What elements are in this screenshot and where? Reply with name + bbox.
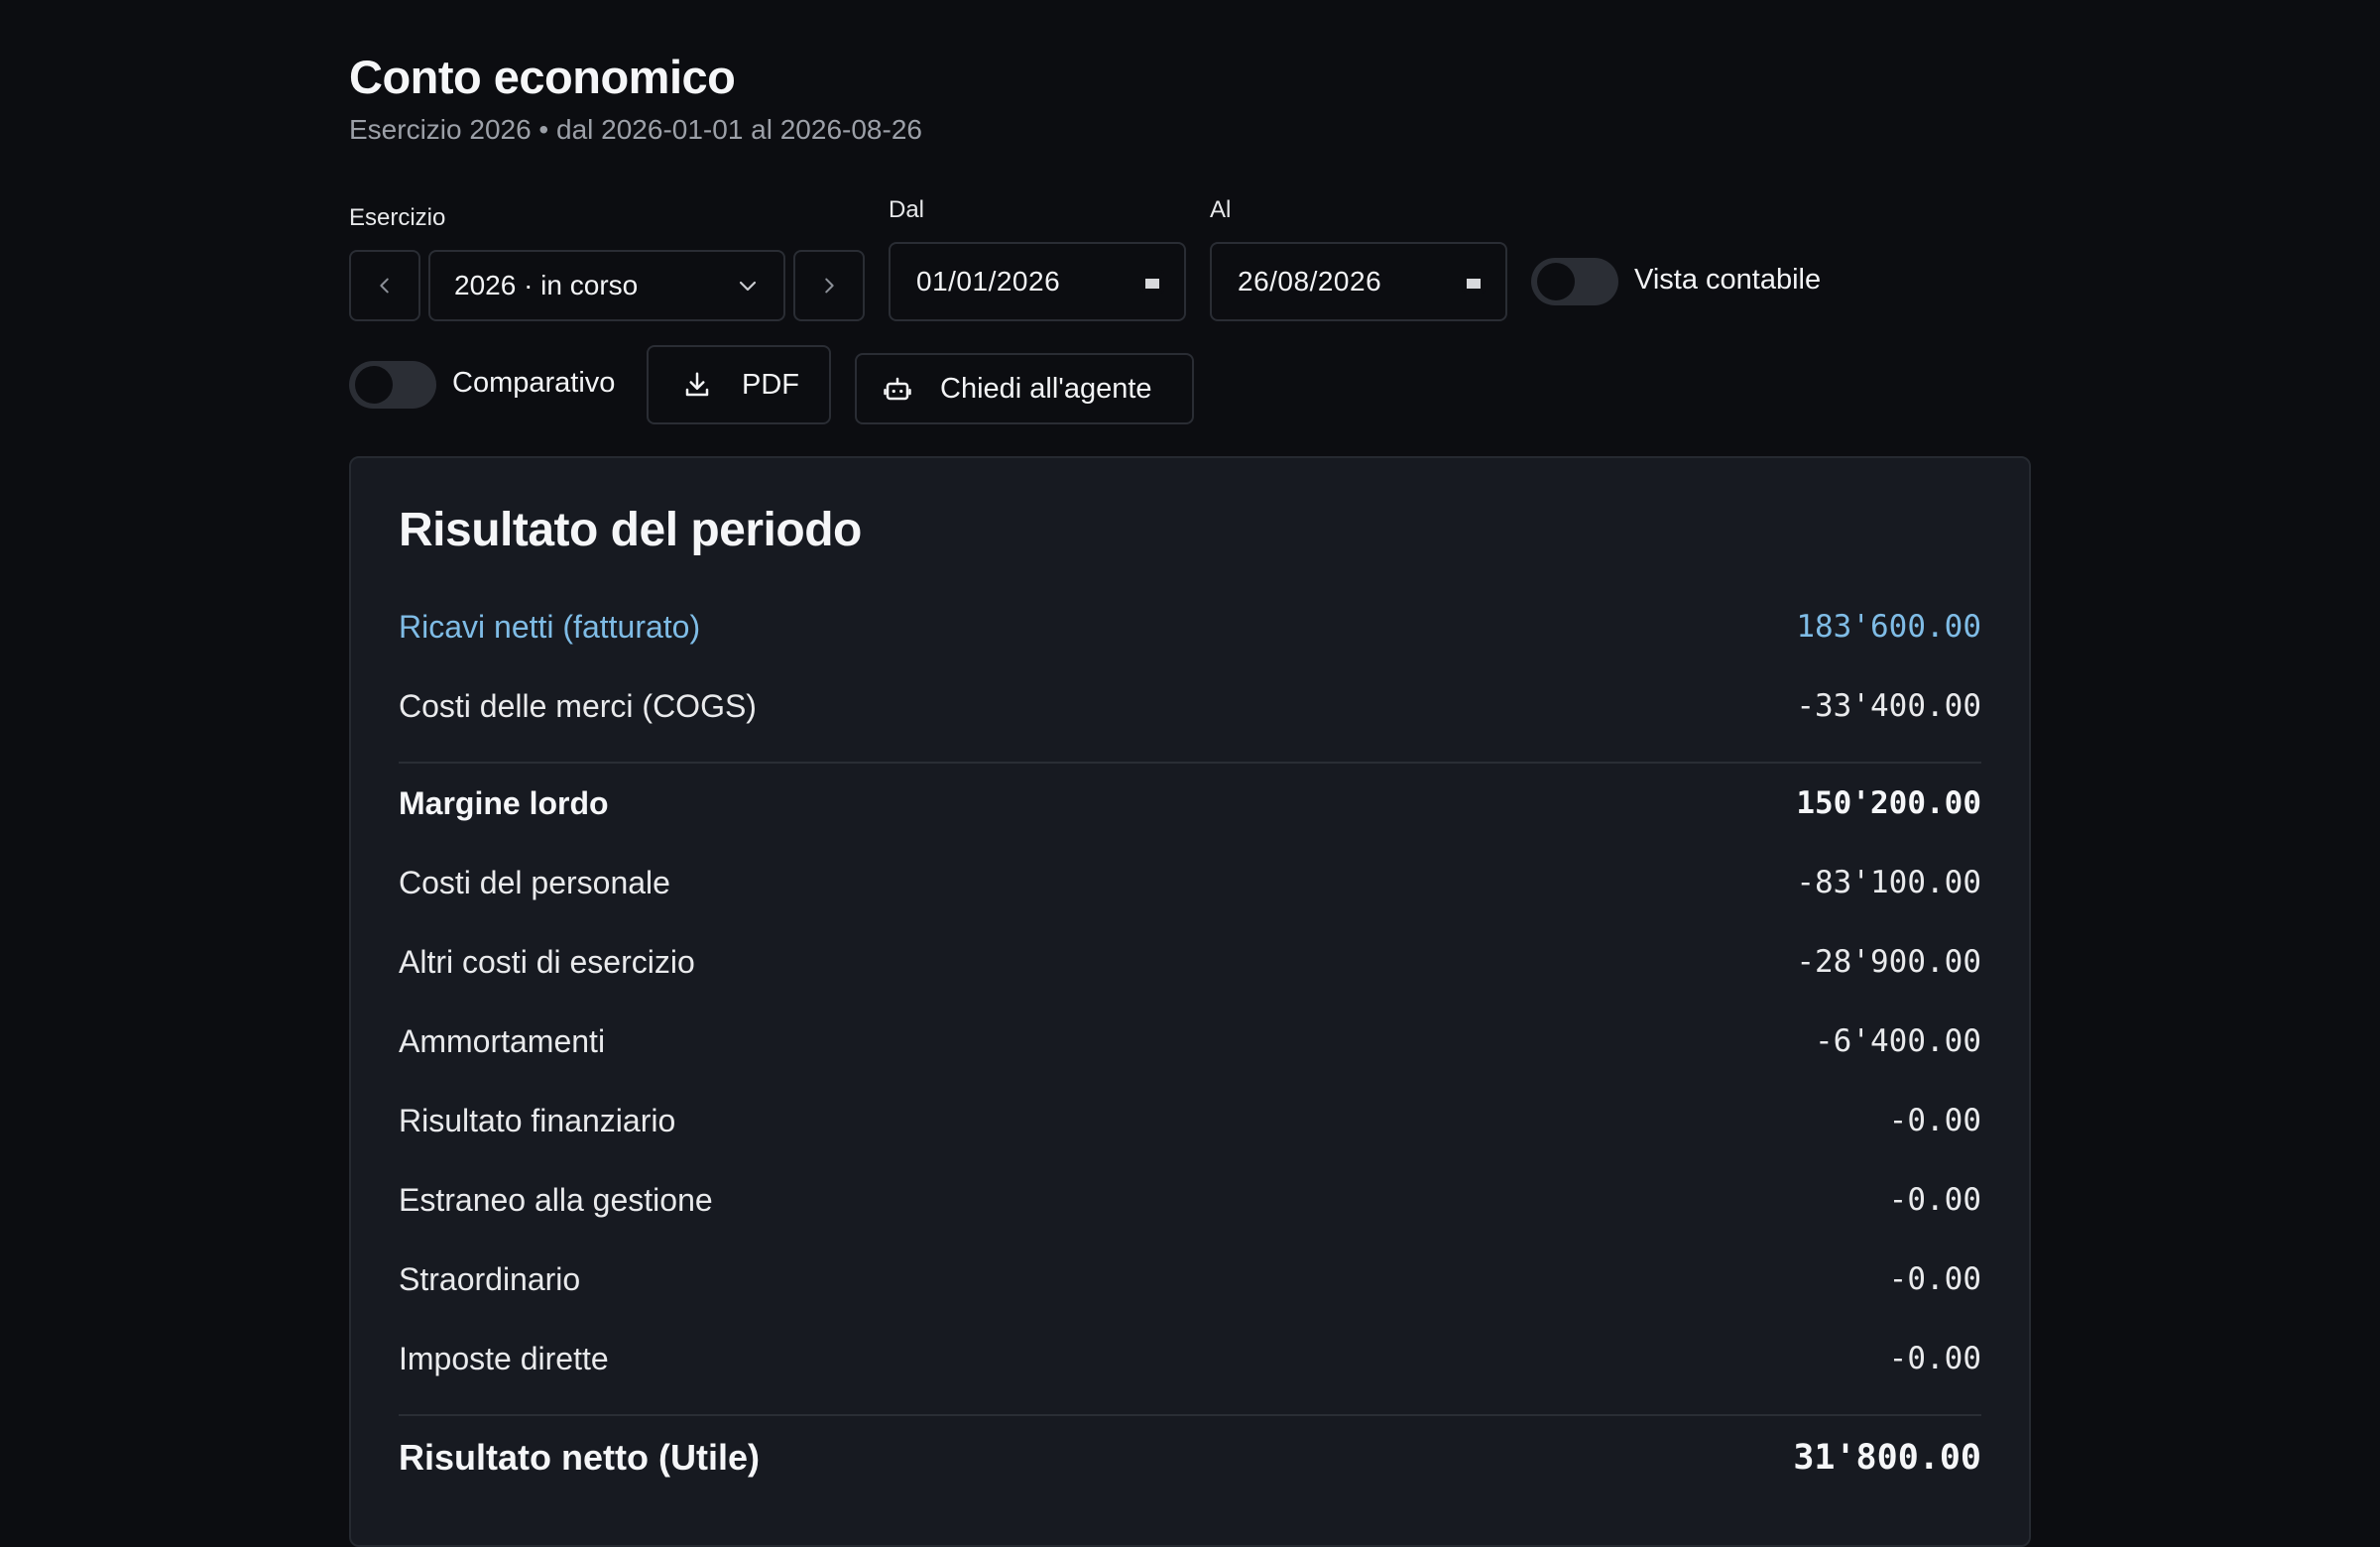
ask-agent-button[interactable]: Chiedi all'agente bbox=[855, 353, 1194, 424]
divider bbox=[399, 1414, 1981, 1416]
dal-label: Dal bbox=[889, 196, 925, 223]
row-altri-costi: Altri costi di esercizio -28'900.00 bbox=[399, 932, 1981, 992]
previous-year-button[interactable] bbox=[349, 250, 420, 321]
toggle-knob bbox=[1537, 263, 1575, 300]
esercizio-label: Esercizio bbox=[349, 204, 446, 231]
row-imposte-dirette: Imposte dirette -0.00 bbox=[399, 1329, 1981, 1388]
download-icon bbox=[685, 372, 709, 397]
page-title: Conto economico bbox=[349, 51, 736, 103]
chevron-right-icon bbox=[825, 278, 834, 294]
row-label: Ammortamenti bbox=[399, 1022, 606, 1059]
toggle-knob bbox=[355, 366, 393, 404]
result-card: Risultato del periodo Ricavi netti (fatt… bbox=[349, 456, 2031, 1547]
row-amount: -6'400.00 bbox=[1815, 1023, 1981, 1059]
row-ammortamenti: Ammortamenti -6'400.00 bbox=[399, 1012, 1981, 1071]
chevron-down-icon bbox=[739, 281, 757, 292]
calendar-icon[interactable] bbox=[1140, 270, 1164, 294]
next-year-button[interactable] bbox=[793, 250, 865, 321]
esercizio-select[interactable]: 2026 · in corso bbox=[428, 250, 785, 321]
page-subtitle: Esercizio 2026 • dal 2026-01-01 al 2026-… bbox=[349, 114, 922, 145]
row-label: Risultato finanziario bbox=[399, 1102, 676, 1138]
dal-date-input[interactable]: 01/01/2026 bbox=[889, 242, 1186, 321]
row-label: Ricavi netti (fatturato) bbox=[399, 608, 701, 645]
row-amount: -28'900.00 bbox=[1796, 944, 1981, 980]
esercizio-select-value: 2026 · in corso bbox=[454, 270, 639, 300]
row-label: Straordinario bbox=[399, 1260, 581, 1297]
row-amount: -0.00 bbox=[1888, 1103, 1981, 1138]
comparativo-label: Comparativo bbox=[452, 367, 616, 399]
result-card-title: Risultato del periodo bbox=[399, 504, 862, 556]
pdf-button[interactable]: PDF bbox=[647, 345, 831, 424]
al-label: Al bbox=[1210, 196, 1232, 223]
row-costi-personale: Costi del personale -83'100.00 bbox=[399, 853, 1981, 912]
row-label: Costi del personale bbox=[399, 864, 670, 900]
row-risultato-finanziario: Risultato finanziario -0.00 bbox=[399, 1091, 1981, 1150]
chevron-left-icon bbox=[380, 278, 389, 294]
row-amount: -0.00 bbox=[1888, 1341, 1981, 1376]
pdf-button-label: PDF bbox=[742, 368, 799, 401]
row-amount: -0.00 bbox=[1888, 1261, 1981, 1297]
row-amount: 31'800.00 bbox=[1793, 1438, 1981, 1478]
row-label: Altri costi di esercizio bbox=[399, 943, 695, 980]
row-amount: -0.00 bbox=[1888, 1182, 1981, 1218]
row-costi-merci: Costi delle merci (COGS) -33'400.00 bbox=[399, 676, 1981, 736]
robot-icon bbox=[884, 377, 911, 401]
vista-contabile-label: Vista contabile bbox=[1634, 264, 1822, 296]
calendar-icon[interactable] bbox=[1462, 270, 1486, 294]
vista-contabile-toggle[interactable] bbox=[1531, 258, 1618, 305]
dal-date-value: 01/01/2026 bbox=[916, 266, 1061, 297]
row-ricavi-netti: Ricavi netti (fatturato) 183'600.00 bbox=[399, 597, 1981, 656]
al-date-value: 26/08/2026 bbox=[1238, 266, 1382, 297]
comparativo-toggle[interactable] bbox=[349, 361, 436, 409]
row-amount: 150'200.00 bbox=[1796, 785, 1981, 821]
row-risultato-netto: Risultato netto (Utile) 31'800.00 bbox=[399, 1428, 1981, 1488]
row-margine-lordo: Margine lordo 150'200.00 bbox=[399, 774, 1981, 833]
row-amount: -83'100.00 bbox=[1796, 865, 1981, 900]
row-label: Costi delle merci (COGS) bbox=[399, 687, 757, 724]
ask-agent-label: Chiedi all'agente bbox=[940, 372, 1152, 405]
divider bbox=[399, 762, 1981, 764]
row-amount: 183'600.00 bbox=[1796, 609, 1981, 645]
row-amount: -33'400.00 bbox=[1796, 688, 1981, 724]
row-label: Estraneo alla gestione bbox=[399, 1181, 713, 1218]
row-label: Imposte dirette bbox=[399, 1340, 609, 1376]
al-date-input[interactable]: 26/08/2026 bbox=[1210, 242, 1507, 321]
row-label: Risultato netto (Utile) bbox=[399, 1437, 760, 1478]
row-estraneo-gestione: Estraneo alla gestione -0.00 bbox=[399, 1170, 1981, 1230]
row-label: Margine lordo bbox=[399, 784, 609, 821]
row-straordinario: Straordinario -0.00 bbox=[399, 1250, 1981, 1309]
